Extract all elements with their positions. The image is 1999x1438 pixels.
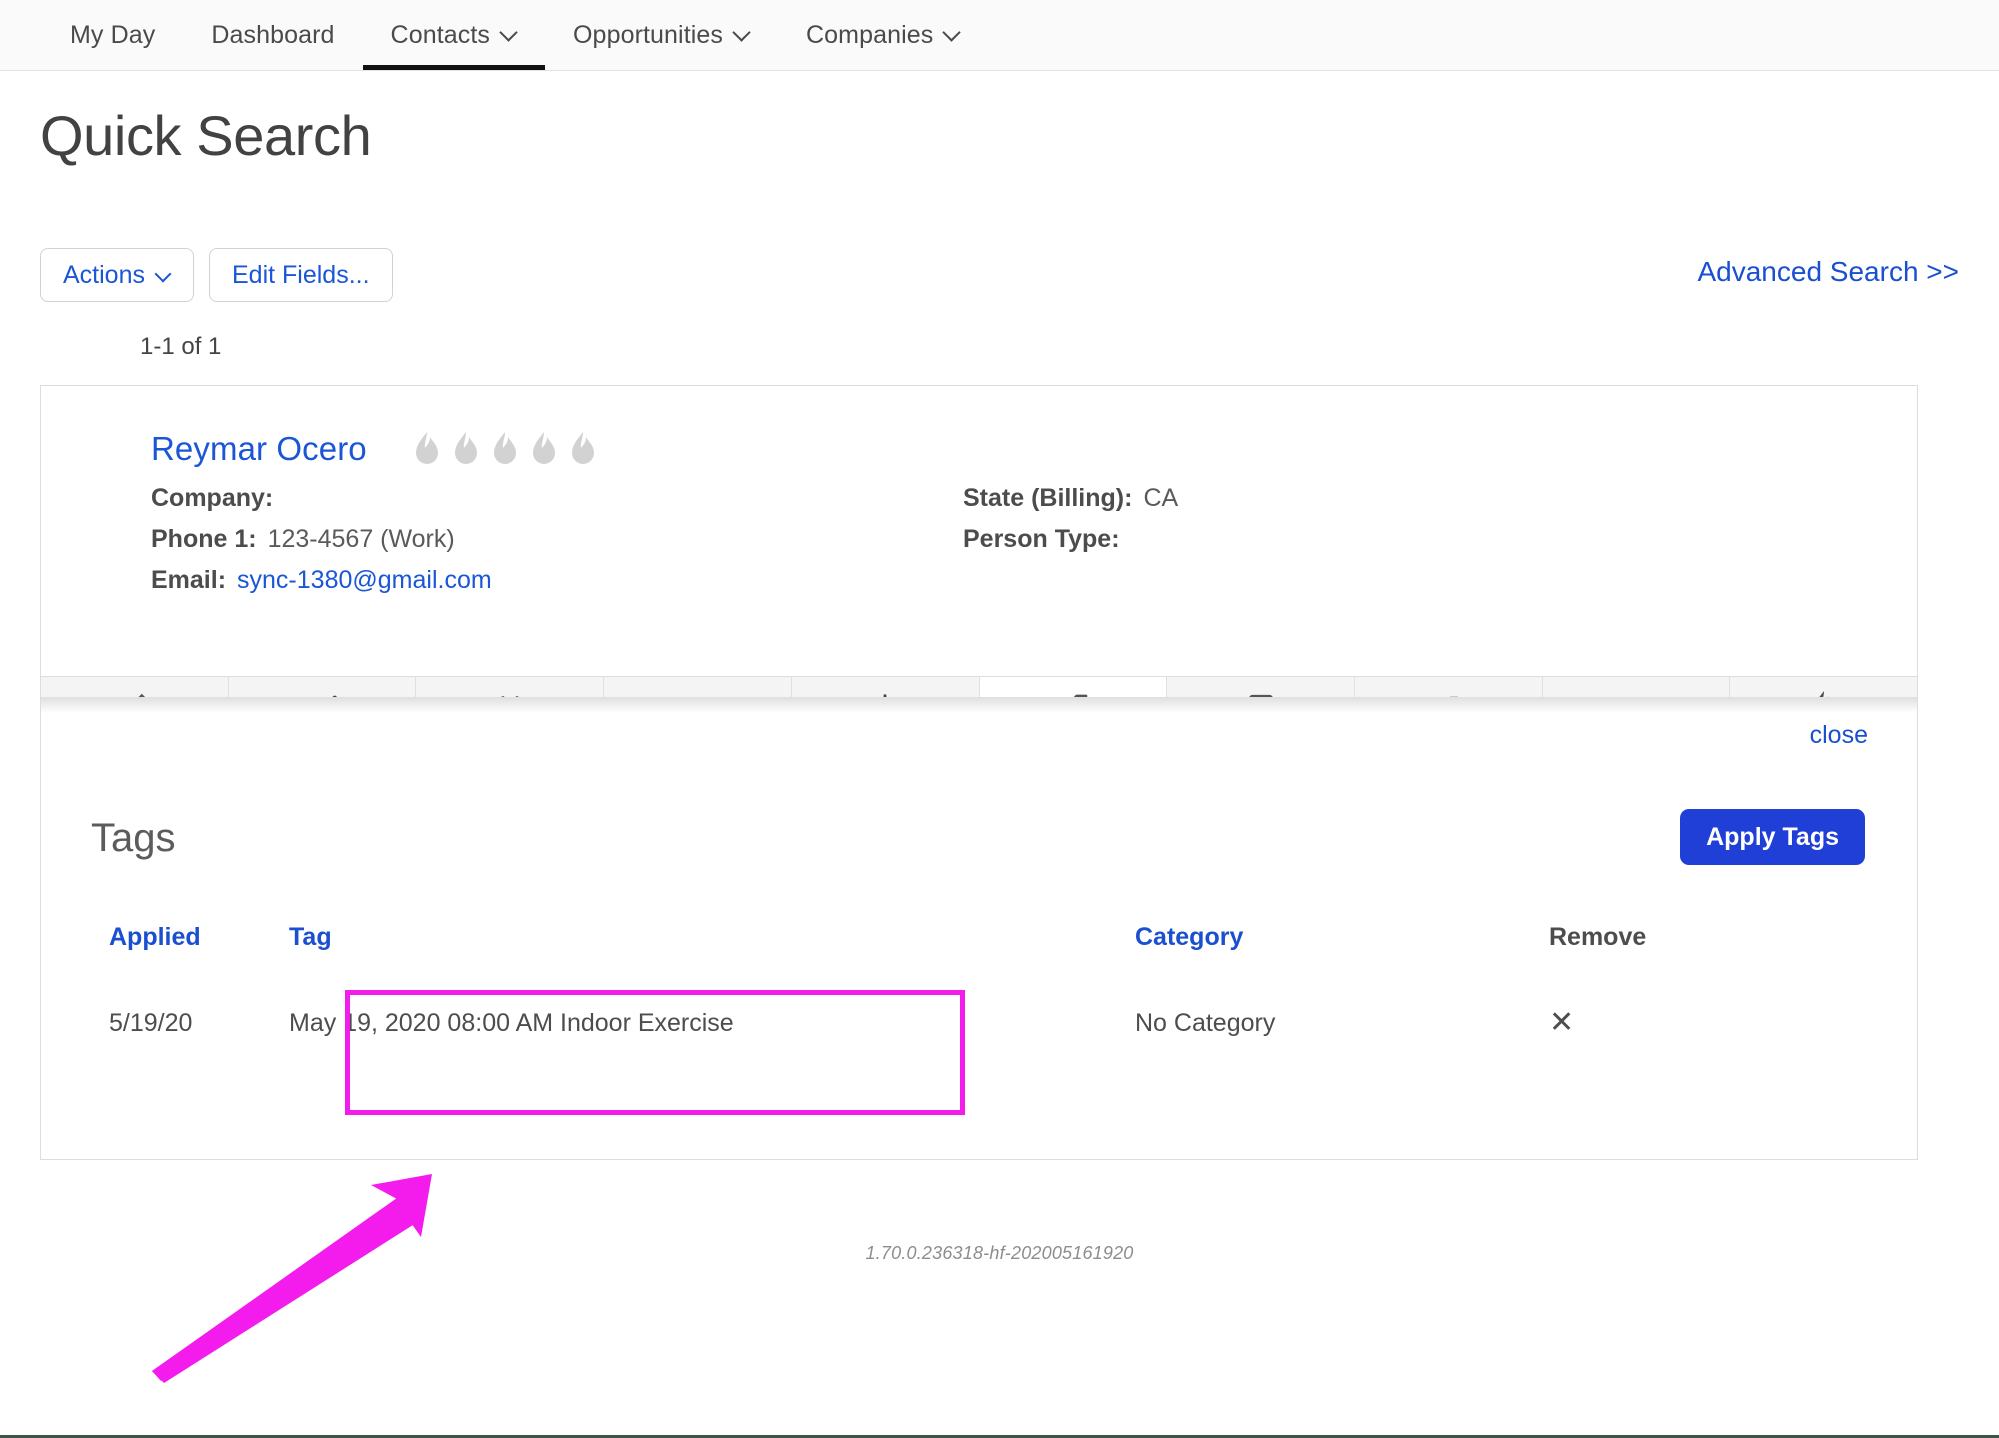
nav-item-companies[interactable]: Companies [778, 0, 988, 70]
table-header-row: Applied Tag Category Remove [41, 911, 1917, 963]
nav-item-contacts[interactable]: Contacts [362, 0, 546, 70]
nav-item-dashboard[interactable]: Dashboard [183, 0, 362, 70]
nav-item-opportunities[interactable]: Opportunities [545, 0, 778, 70]
app-page: My Day Dashboard Contacts Opportunities … [0, 0, 1999, 1438]
detail-person-type: Person Type: [963, 525, 1178, 566]
contact-detail-grid: Company: Phone 1: 123-4567 (Work) Email:… [41, 484, 1917, 607]
result-count: 1-1 of 1 [140, 333, 222, 360]
remove-tag-button[interactable]: ✕ [1549, 1006, 1574, 1039]
column-header-tag[interactable]: Tag [231, 923, 1131, 952]
detail-label: Phone 1: [151, 525, 257, 553]
detail-label: Person Type: [963, 525, 1120, 553]
nav-item-label: Companies [806, 20, 934, 49]
flame-icon[interactable] [412, 431, 442, 467]
apply-tags-button[interactable]: Apply Tags [1680, 809, 1865, 865]
detail-label: Email: [151, 566, 227, 594]
detail-value: 123-4567 (Work) [267, 525, 455, 553]
chevron-down-icon [156, 266, 171, 281]
contact-name-link[interactable]: Reymar Ocero [151, 430, 367, 468]
tags-panel: close Tags Apply Tags Applied Tag Catego… [40, 697, 1918, 1160]
flame-icon[interactable] [529, 431, 559, 467]
contact-summary: Reymar Ocero Company: Phone 1: 123-4567 … [41, 386, 1917, 676]
nav-item-list: My Day Dashboard Contacts Opportunities … [0, 0, 1999, 70]
cell-remove: ✕ [1531, 1006, 1791, 1039]
flame-rating[interactable] [412, 431, 598, 467]
chevron-down-icon [501, 24, 517, 40]
detail-label: State (Billing): [963, 484, 1133, 512]
panel-top-shadow [41, 697, 1917, 713]
nav-item-my-day[interactable]: My Day [42, 0, 183, 70]
version-label: 1.70.0.236318-hf-202005161920 [865, 1243, 1134, 1263]
detail-value: CA [1143, 484, 1179, 512]
contact-name-row: Reymar Ocero [41, 430, 1917, 468]
page-title: Quick Search [40, 104, 372, 167]
tags-table: Applied Tag Category Remove 5/19/20 May … [41, 911, 1917, 1083]
edit-fields-button[interactable]: Edit Fields... [208, 248, 393, 302]
detail-email: Email: sync-1380@gmail.com [151, 566, 1917, 607]
contact-record-card: Reymar Ocero Company: Phone 1: 123-4567 … [40, 385, 1918, 741]
column-header-category[interactable]: Category [1131, 923, 1531, 952]
column-header-applied[interactable]: Applied [41, 923, 231, 952]
nav-item-label: Dashboard [211, 20, 335, 49]
chevron-down-icon [944, 24, 960, 40]
column-header-remove: Remove [1549, 922, 1647, 951]
actions-button[interactable]: Actions [40, 248, 194, 302]
email-link[interactable]: sync-1380@gmail.com [237, 566, 492, 595]
nav-item-label: My Day [70, 20, 156, 49]
flame-icon[interactable] [568, 431, 598, 467]
nav-item-label: Opportunities [573, 20, 724, 49]
actions-button-label: Actions [63, 260, 145, 289]
close-panel-link[interactable]: close [1810, 721, 1868, 750]
advanced-search-link[interactable]: Advanced Search >> [1697, 256, 1959, 288]
flame-icon[interactable] [490, 431, 520, 467]
flame-icon[interactable] [451, 431, 481, 467]
detail-label: Company: [151, 484, 274, 512]
tags-heading: Tags [91, 816, 176, 860]
detail-state-billing: State (Billing): CA [963, 484, 1178, 525]
edit-fields-button-label: Edit Fields... [231, 260, 370, 289]
contact-detail-right-column: State (Billing): CA Person Type: [963, 484, 1178, 566]
chevron-down-icon [734, 24, 750, 40]
top-navigation-bar: My Day Dashboard Contacts Opportunities … [0, 0, 1999, 71]
cell-applied-date: 5/19/20 [109, 1008, 193, 1037]
table-row: 5/19/20 May 19, 2020 08:00 AM Indoor Exe… [41, 963, 1917, 1083]
cell-tag-name: May 19, 2020 08:00 AM Indoor Exercise [289, 1008, 734, 1037]
nav-item-label: Contacts [390, 20, 491, 49]
cell-category: No Category [1135, 1008, 1276, 1037]
page-toolbar: Actions Edit Fields... [40, 248, 393, 302]
